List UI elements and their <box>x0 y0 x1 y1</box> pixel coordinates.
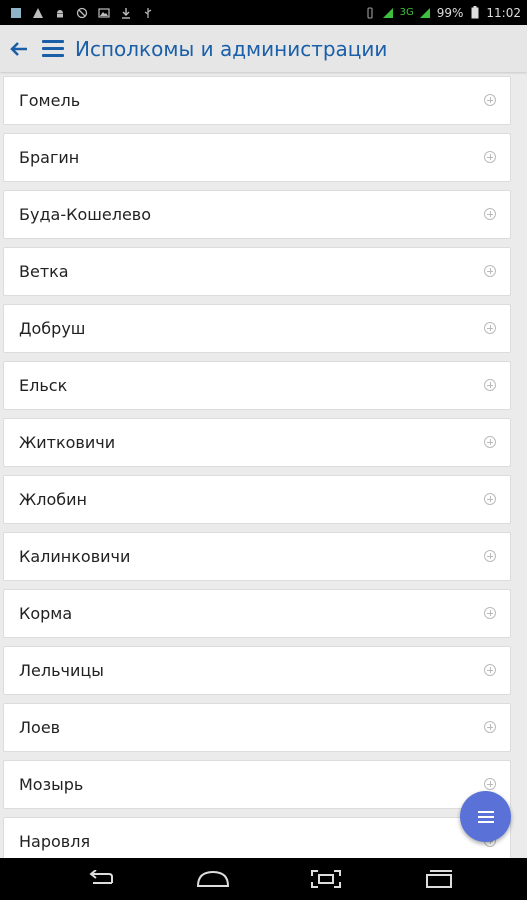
blocked-icon <box>75 6 88 19</box>
signal-icon-2 <box>419 6 432 19</box>
notification-icon <box>9 6 22 19</box>
list-item[interactable]: Калинковичи <box>3 532 511 581</box>
list-item[interactable]: Корма <box>3 589 511 638</box>
expand-plus-icon[interactable] <box>484 208 496 220</box>
usb-icon <box>141 6 154 19</box>
system-nav-bar <box>0 858 527 900</box>
list-item-label: Ветка <box>19 262 69 281</box>
expand-plus-icon[interactable] <box>484 265 496 277</box>
signal-icon <box>382 6 395 19</box>
list-item[interactable]: Добруш <box>3 304 511 353</box>
network-type: 3G <box>399 7 414 18</box>
clock: 11:02 <box>486 5 521 20</box>
expand-plus-icon[interactable] <box>484 151 496 163</box>
image-icon <box>97 6 110 19</box>
expand-plus-icon[interactable] <box>484 664 496 676</box>
expand-plus-icon[interactable] <box>484 550 496 562</box>
list-item-label: Лоев <box>19 718 61 737</box>
list-item-label: Корма <box>19 604 73 623</box>
back-arrow-icon[interactable] <box>10 41 28 57</box>
list-item-label: Ельск <box>19 376 68 395</box>
list-item[interactable]: Мозырь <box>3 760 511 809</box>
fab-menu-icon <box>477 810 494 813</box>
list-item[interactable]: Житковичи <box>3 418 511 467</box>
expand-plus-icon[interactable] <box>484 322 496 334</box>
home-nav-icon[interactable] <box>196 868 230 890</box>
list-item[interactable]: Брагин <box>3 133 511 182</box>
status-bar-notifications <box>0 6 154 19</box>
list-item[interactable]: Гомель <box>3 76 511 125</box>
district-list: Гомель Брагин Буда-Кошелево Ветка Добруш… <box>0 76 527 874</box>
list-item-label: Буда-Кошелево <box>19 205 152 224</box>
expand-plus-icon[interactable] <box>484 778 496 790</box>
expand-plus-icon[interactable] <box>484 493 496 505</box>
list-item[interactable]: Жлобин <box>3 475 511 524</box>
expand-plus-icon[interactable] <box>484 721 496 733</box>
list-item-label: Мозырь <box>19 775 84 794</box>
page-title: Исполкомы и администрации <box>75 36 388 61</box>
warning-icon <box>31 6 44 19</box>
floating-menu-button[interactable] <box>460 791 511 842</box>
status-bar: 3G 99% 11:02 <box>0 0 527 25</box>
list-item-label: Калинковичи <box>19 547 131 566</box>
screenshot-nav-icon[interactable] <box>311 868 341 890</box>
battery-icon <box>468 6 481 19</box>
list-item[interactable]: Лельчицы <box>3 646 511 695</box>
list-item[interactable]: Буда-Кошелево <box>3 190 511 239</box>
list-item-label: Наровля <box>19 832 91 851</box>
back-nav-icon[interactable] <box>86 868 116 890</box>
list-item-label: Гомель <box>19 91 81 110</box>
list-item-label: Житковичи <box>19 433 116 452</box>
status-bar-system: 3G 99% 11:02 <box>364 6 527 20</box>
hamburger-menu-icon[interactable] <box>42 40 64 57</box>
list-item-label: Лельчицы <box>19 661 104 680</box>
list-item[interactable]: Лоев <box>3 703 511 752</box>
expand-plus-icon[interactable] <box>484 379 496 391</box>
download-icon <box>119 6 132 19</box>
list-item-label: Добруш <box>19 319 86 338</box>
list-item[interactable]: Ельск <box>3 361 511 410</box>
list-item[interactable]: Ветка <box>3 247 511 296</box>
vibrate-icon <box>364 6 377 19</box>
recent-apps-nav-icon[interactable] <box>424 868 454 890</box>
battery-percent: 99% <box>436 5 464 20</box>
expand-plus-icon[interactable] <box>484 94 496 106</box>
list-item-label: Брагин <box>19 148 80 167</box>
expand-plus-icon[interactable] <box>484 436 496 448</box>
app-bar: Исполкомы и администрации <box>0 25 527 72</box>
expand-plus-icon[interactable] <box>484 607 496 619</box>
android-icon <box>53 6 66 19</box>
list-item-label: Жлобин <box>19 490 87 509</box>
